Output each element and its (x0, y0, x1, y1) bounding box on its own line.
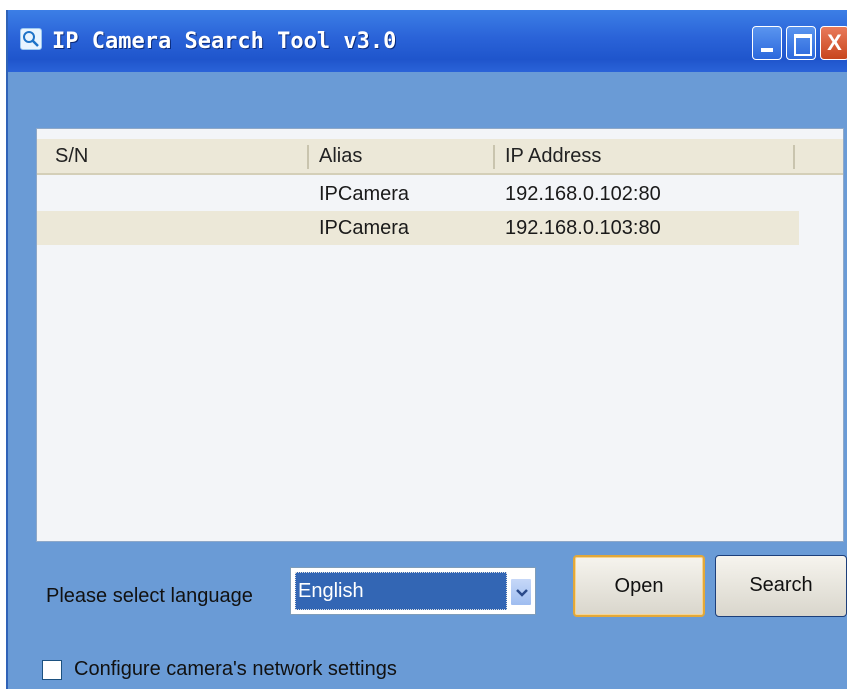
magnifier-icon (20, 28, 42, 50)
cell-alias: IPCamera (319, 183, 410, 205)
language-label: Please select language (46, 585, 253, 607)
cell-ip: 192.168.0.102:80 (505, 183, 661, 205)
column-header-alias[interactable]: Alias (319, 139, 362, 173)
chevron-down-icon[interactable] (510, 578, 532, 606)
camera-list[interactable]: S/N Alias IP Address IPCamera 192.168.0.… (36, 128, 844, 542)
search-button[interactable]: Search (715, 555, 847, 617)
column-divider[interactable] (793, 145, 795, 169)
table-row[interactable]: IPCamera 192.168.0.103:80 (37, 211, 799, 245)
column-divider[interactable] (493, 145, 495, 169)
list-header: S/N Alias IP Address (37, 139, 843, 175)
column-header-ip[interactable]: IP Address (505, 139, 601, 173)
column-divider[interactable] (307, 145, 309, 169)
open-button[interactable]: Open (573, 555, 705, 617)
table-row[interactable]: IPCamera 192.168.0.102:80 (37, 177, 799, 211)
language-select[interactable]: English (290, 567, 536, 615)
title-bar[interactable]: IP Camera Search Tool v3.0 X (8, 10, 847, 72)
window-title: IP Camera Search Tool v3.0 (52, 29, 397, 54)
close-glyph: X (827, 30, 842, 55)
network-settings-label[interactable]: Configure camera's network settings (74, 658, 397, 681)
cell-alias: IPCamera (319, 217, 410, 239)
language-selected-value[interactable]: English (295, 572, 507, 610)
minimize-icon[interactable] (752, 26, 782, 60)
cell-ip: 192.168.0.103:80 (505, 217, 661, 239)
close-icon[interactable]: X (820, 26, 847, 60)
network-settings-checkbox[interactable] (42, 660, 62, 680)
main-window: IP Camera Search Tool v3.0 X S/N Alias I… (6, 10, 847, 689)
maximize-icon[interactable] (786, 26, 816, 60)
column-header-sn[interactable]: S/N (55, 139, 88, 173)
